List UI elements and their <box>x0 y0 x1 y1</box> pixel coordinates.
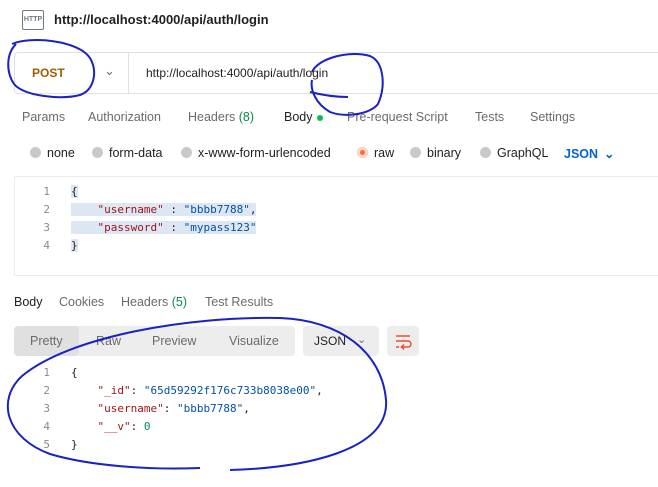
line-number: 4 <box>43 239 50 252</box>
json-key: "_id" <box>97 384 131 397</box>
json-string: "bbbb7788" <box>176 402 244 415</box>
tab-settings[interactable]: Settings <box>530 110 575 124</box>
resp-tab-headers[interactable]: Headers (5) <box>121 295 187 309</box>
resp-brace-open: { <box>71 366 78 379</box>
json-key: "username" <box>97 203 164 216</box>
json-string: "mypass123" <box>183 221 257 234</box>
radio-urlencoded[interactable]: x-www-form-urlencoded <box>181 146 331 160</box>
radio-graphql[interactable]: GraphQL <box>480 146 548 160</box>
line-number: 4 <box>43 420 50 433</box>
radio-form-data[interactable]: form-data <box>92 146 163 160</box>
radio-raw-label: raw <box>374 146 395 160</box>
tab-headers-count: (8) <box>238 110 255 124</box>
view-pretty[interactable]: Pretty <box>30 334 63 348</box>
url-input[interactable]: http://localhost:4000/api/auth/login <box>146 66 328 80</box>
line-number: 3 <box>43 402 50 415</box>
response-format-label: JSON <box>314 334 347 348</box>
code-line-password: "password" : "mypass123" <box>71 221 257 234</box>
body-format-label: JSON <box>564 147 599 161</box>
url-divider <box>128 53 129 93</box>
chevron-down-icon[interactable]: ⌄ <box>104 63 115 79</box>
resp-line-id: "_id": "65d59292f176c733b8038e00", <box>97 384 323 397</box>
line-number: 2 <box>43 384 50 397</box>
line-number: 1 <box>43 185 50 198</box>
resp-tab-body[interactable]: Body <box>14 295 43 309</box>
tab-params[interactable]: Params <box>22 110 65 124</box>
wrap-lines-button[interactable] <box>387 326 419 356</box>
radio-none-label: none <box>47 146 75 160</box>
resp-tab-headers-label: Headers <box>121 295 169 309</box>
radio-graphql-label: GraphQL <box>497 146 549 160</box>
resp-line-version: "__v": 0 <box>97 420 151 433</box>
wrap-lines-icon <box>396 335 412 351</box>
view-raw[interactable]: Raw <box>96 334 121 348</box>
view-preview[interactable]: Preview <box>152 334 196 348</box>
body-indicator-dot <box>316 114 323 121</box>
json-string: "65d59292f176c733b8038e00" <box>143 384 317 397</box>
json-key: "username" <box>97 402 164 415</box>
view-visualize[interactable]: Visualize <box>229 334 279 348</box>
tab-authorization[interactable]: Authorization <box>88 110 161 124</box>
tab-headers-label: Headers <box>188 110 236 124</box>
http-icon: HTTP <box>22 10 44 30</box>
tab-pre-request-script[interactable]: Pre-request Script <box>347 110 448 124</box>
resp-line-username: "username": "bbbb7788", <box>97 402 250 415</box>
json-string: "bbbb7788" <box>183 203 250 216</box>
line-number: 3 <box>43 221 50 234</box>
code-line-username: "username" : "bbbb7788", <box>71 203 257 216</box>
resp-tab-test-results[interactable]: Test Results <box>205 295 273 309</box>
request-title: http://localhost:4000/api/auth/login <box>54 12 269 27</box>
line-number: 5 <box>43 438 50 451</box>
radio-binary-label: binary <box>427 146 462 160</box>
method-select[interactable]: POST <box>32 66 65 80</box>
radio-form-data-label: form-data <box>109 146 163 160</box>
line-number: 2 <box>43 203 50 216</box>
resp-tab-cookies[interactable]: Cookies <box>59 295 104 309</box>
json-number: 0 <box>143 420 151 433</box>
tab-body[interactable]: Body <box>284 110 323 124</box>
radio-circle-icon <box>480 147 491 158</box>
radio-circle-icon <box>410 147 421 158</box>
tab-headers[interactable]: Headers (8) <box>188 110 254 124</box>
radio-circle-icon <box>92 147 103 158</box>
code-brace-close: } <box>71 239 78 252</box>
radio-circle-icon <box>30 147 41 158</box>
chevron-down-icon: ⌄ <box>357 334 367 346</box>
tab-body-label: Body <box>284 110 313 124</box>
radio-urlencoded-label: x-www-form-urlencoded <box>198 146 331 160</box>
chevron-down-icon: ⌄ <box>604 147 615 161</box>
line-number: 1 <box>43 366 50 379</box>
resp-brace-close: } <box>71 438 78 451</box>
code-brace-open: { <box>71 185 78 198</box>
radio-circle-icon <box>181 147 192 158</box>
radio-selected-icon <box>357 147 368 158</box>
tab-tests[interactable]: Tests <box>475 110 504 124</box>
json-key: "password" <box>97 221 164 234</box>
json-key: "__v" <box>97 420 131 433</box>
radio-raw[interactable]: raw <box>357 146 394 160</box>
resp-tab-headers-count: (5) <box>171 295 188 309</box>
radio-binary[interactable]: binary <box>410 146 461 160</box>
radio-none[interactable]: none <box>30 146 75 160</box>
body-format-select[interactable]: JSON ⌄ <box>564 146 615 161</box>
